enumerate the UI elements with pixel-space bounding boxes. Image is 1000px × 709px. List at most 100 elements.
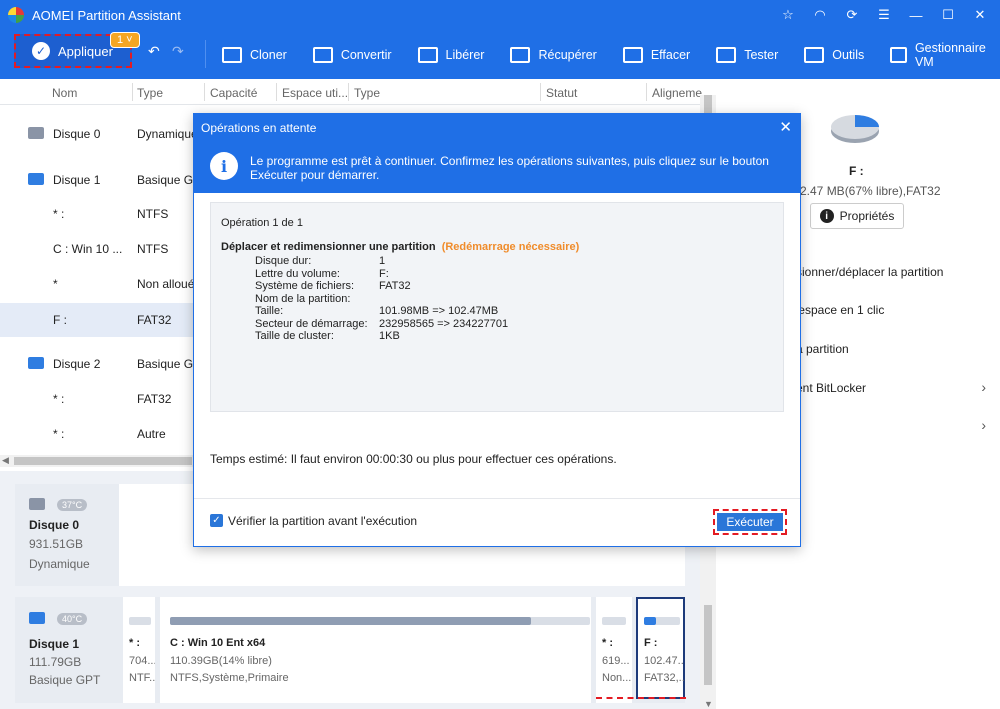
partition-fs: FAT32,... — [644, 672, 684, 684]
operation-field: Taille de cluster: 1KB — [255, 330, 400, 342]
star-icon[interactable]: ☆ — [774, 4, 802, 26]
action-item[interactable]: a partition — [796, 342, 849, 356]
partition-block-f-selected[interactable]: F : 102.47... FAT32,... — [636, 597, 685, 699]
scroll-thumb[interactable] — [14, 457, 192, 465]
partition-block-unallocated[interactable]: * : 619... Non... — [596, 597, 632, 703]
operation-field: Secteur de démarrage: 232958565 => 234227… — [255, 317, 509, 330]
column-header[interactable]: Type — [354, 86, 380, 100]
action-item[interactable]: 'espace en 1 clic — [796, 303, 884, 317]
tools-icon — [804, 46, 825, 63]
row-name: Disque 2 — [53, 357, 101, 371]
partition-fs: Non... — [602, 672, 632, 684]
column-separator — [348, 83, 349, 101]
operation-details: Opération 1 de 1 Déplacer et redimension… — [210, 202, 784, 412]
tool-vm[interactable]: Gestionnaire VM — [890, 41, 989, 69]
partition-block[interactable]: * : 704... NTF... — [123, 597, 155, 703]
verify-label[interactable]: Vérifier la partition avant l'exécution — [228, 514, 417, 528]
dialog-title: Opérations en attente — [194, 114, 800, 141]
redo-icon[interactable]: ↷ — [172, 43, 184, 60]
maximize-icon[interactable]: ☐ — [934, 4, 962, 26]
column-header[interactable]: Nom — [52, 86, 77, 100]
disk1-card[interactable]: 40°C Disque 1 111.79GB Basique GPT * : 7… — [15, 597, 685, 703]
scroll-left-icon[interactable]: ◀ — [2, 455, 9, 466]
row-type: NTFS — [137, 242, 169, 256]
disk-size: 931.51GB — [29, 537, 84, 551]
tool-convert[interactable]: Convertir — [312, 46, 392, 63]
column-header[interactable]: Aligneme — [652, 86, 702, 100]
apply-label: Appliquer — [58, 43, 113, 59]
operation-field: Taille: 101.98MB => 102.47MB — [255, 305, 499, 317]
column-header[interactable]: Espace uti... — [282, 86, 348, 100]
partition-size: 619... — [602, 655, 630, 667]
column-header[interactable]: Capacité — [210, 86, 257, 100]
partition-label: * : — [129, 637, 140, 649]
tool-tools[interactable]: Outils — [804, 46, 864, 63]
highlight-marker — [596, 697, 686, 699]
recover-icon — [510, 46, 531, 63]
usage-fill — [170, 617, 532, 625]
verify-checkbox[interactable]: ✓ — [210, 514, 223, 527]
partition-label: * : — [602, 637, 613, 649]
column-header[interactable]: Type — [137, 86, 163, 100]
row-name: * : — [53, 207, 65, 221]
free-icon — [417, 46, 438, 63]
row-type: Non alloué — [137, 277, 195, 291]
action-item[interactable]: sionner/déplacer la partition — [796, 265, 943, 279]
tool-recover[interactable]: Récupérer — [510, 46, 597, 63]
column-header[interactable]: Statut — [546, 86, 577, 100]
test-icon — [716, 46, 737, 63]
row-type: FAT32 — [137, 313, 172, 327]
pending-count-badge[interactable]: 1 ˅ — [110, 32, 140, 48]
tool-free[interactable]: Libérer — [417, 46, 484, 63]
dialog-info-banner: i Le programme est prêt à continuer. Con… — [194, 141, 800, 193]
scroll-thumb[interactable] — [704, 605, 712, 685]
row-type: Autre — [137, 427, 166, 441]
close-icon[interactable]: ✕ — [966, 4, 994, 26]
partition-size: 102.47... — [644, 655, 684, 667]
footer-divider — [194, 498, 800, 499]
minimize-icon[interactable]: — — [902, 4, 930, 26]
partition-size: 110.39GB(14% libre) — [170, 655, 272, 667]
disk-size: 111.79GB — [29, 655, 82, 669]
estimated-time: Temps estimé: Il faut environ 00:00:30 o… — [210, 452, 617, 466]
hdd-icon — [28, 127, 44, 139]
clone-icon — [222, 46, 242, 63]
refresh-icon[interactable]: ⟳ — [838, 4, 866, 26]
tool-wipe[interactable]: Effacer — [622, 46, 690, 63]
disk-name: Disque 1 — [29, 637, 80, 651]
action-item[interactable]: ent BitLocker — [796, 381, 866, 395]
partition-label: C : Win 10 Ent x64 — [170, 637, 266, 649]
row-type: Dynamique — [137, 127, 198, 141]
partition-block-c[interactable]: C : Win 10 Ent x64 110.39GB(14% libre) N… — [160, 597, 591, 703]
toolbar: ✓ Appliquer 1 ˅ ↶ ↷ Cloner Convertir Libér… — [0, 30, 1000, 79]
tool-test[interactable]: Tester — [716, 46, 778, 63]
toolbar-separator — [205, 40, 206, 68]
row-name: * : — [53, 392, 65, 406]
usage-fill — [644, 617, 656, 625]
undo-icon[interactable]: ↶ — [148, 43, 160, 60]
top-bar: AOMEI Partition Assistant ☆ ◠ ⟳ ☰ — ☐ ✕ … — [0, 0, 1000, 79]
pie-chart-icon — [831, 115, 879, 143]
scroll-down-icon[interactable]: ▼ — [704, 699, 713, 709]
disk-type: Dynamique — [29, 557, 90, 571]
partition-fs: NTF... — [129, 672, 155, 684]
execute-highlight: Exécuter — [713, 509, 787, 535]
headset-icon[interactable]: ◠ — [806, 4, 834, 26]
chevron-right-icon[interactable]: › — [981, 417, 986, 433]
row-name: * — [53, 277, 58, 291]
info-text: Le programme est prêt à continuer. Confi… — [250, 154, 769, 182]
properties-button[interactable]: i Propriétés — [810, 203, 904, 229]
row-name: Disque 0 — [53, 127, 101, 141]
close-icon[interactable]: ✕ — [779, 118, 792, 136]
menu-icon[interactable]: ☰ — [870, 4, 898, 26]
app-logo-icon — [8, 7, 24, 23]
disk-type: Basique GPT — [29, 673, 101, 687]
tool-clone[interactable]: Cloner — [222, 46, 287, 63]
execute-button[interactable]: Exécuter — [717, 513, 783, 531]
operation-field: Disque dur: 1 — [255, 255, 386, 267]
info-icon: i — [819, 209, 834, 223]
restart-note: (Redémarrage nécessaire) — [441, 241, 580, 253]
operation-field: Nom de la partition: — [255, 292, 351, 305]
convert-icon — [312, 46, 333, 63]
chevron-right-icon[interactable]: › — [981, 379, 986, 395]
